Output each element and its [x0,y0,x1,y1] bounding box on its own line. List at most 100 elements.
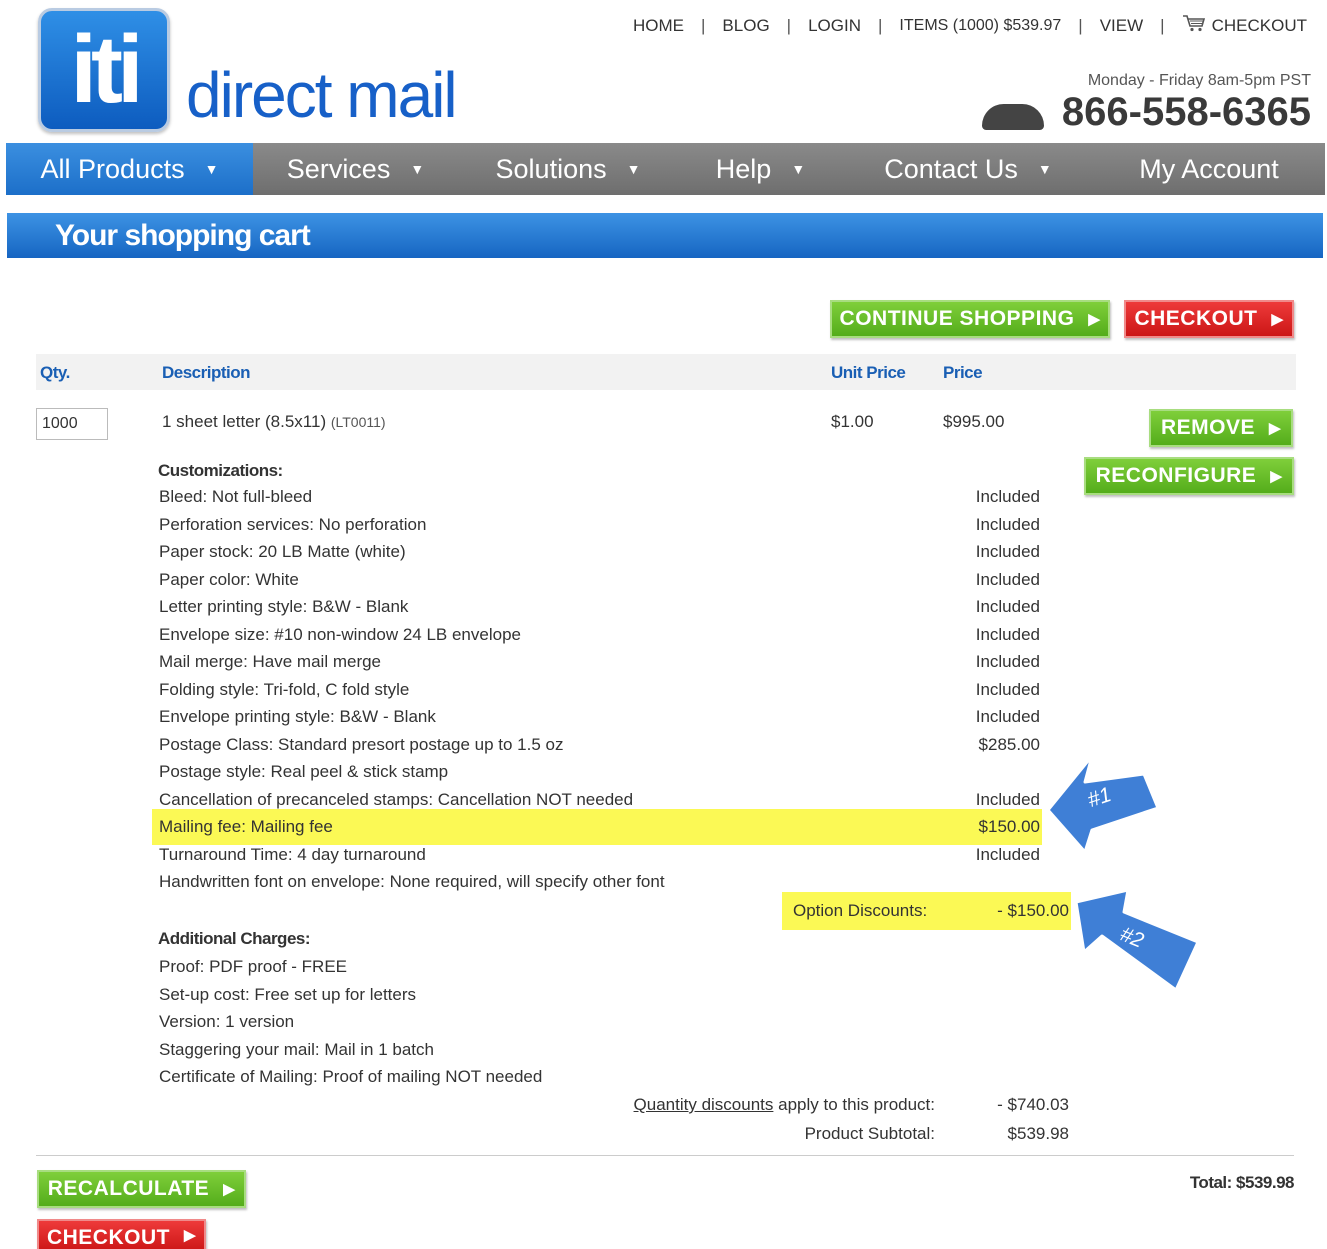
customization-row: Envelope printing style: B&W - Blank Incl… [152,703,1042,730]
customization-value: Included [975,597,1040,616]
customization-value: Included [975,624,1040,644]
logo-mark[interactable]: iti [38,8,170,132]
item-unit-price: $1.00 [831,412,874,431]
additional-charges-heading: Additional Charges: [158,929,311,948]
customization-label: Envelope printing style: B&W - Blank [159,707,436,726]
customization-value: Included [975,679,1040,699]
description-header: Description [162,363,251,382]
cart-items-link[interactable]: ITEMS (1000) $539.97 [899,17,1061,35]
cart-table-header: Qty. Description Unit Price Price [36,354,1296,390]
button-label: REMOVE [1160,416,1255,439]
checkout-bottom-button[interactable]: CHECKOUT ▶ [37,1219,206,1249]
item-description: 1 sheet letter (8.5x11) (LT0011) [162,412,386,432]
separator: | [878,15,883,35]
additional-charge-item: Certificate of Mailing: Proof of mailing… [159,1067,543,1086]
checkout-link[interactable]: CHECKOUT [1212,16,1307,36]
button-label: RECALCULATE [47,1177,210,1200]
customization-label: Mail merge: Have mail merge [159,652,382,671]
order-total: Total: $539.98 [1189,1173,1295,1192]
customization-label: Letter printing style: B&W - Blank [159,597,409,616]
customization-row: Envelope size: #10 non-window 24 LB enve… [152,621,1042,648]
button-label: CHECKOUT [1134,307,1258,330]
customization-value: Included [975,542,1040,561]
nav-help[interactable]: Help ▼ [678,143,843,195]
nav-solutions[interactable]: Solutions ▼ [458,143,678,195]
customization-label: Handwritten font on envelope: None requi… [159,872,665,891]
continue-shopping-button[interactable]: CONTINUE SHOPPING ▶ [830,300,1110,338]
customization-label: Folding style: Tri-fold, C fold style [159,679,410,699]
phone-icon [981,103,1044,130]
customization-label: Turnaround Time: 4 day turnaround [159,844,426,864]
customization-row: Folding style: Tri-fold, C fold style Inc… [152,676,1042,703]
quantity-discounts-value: - $740.03 [997,1095,1069,1114]
top-links: HOME | BLOG | LOGIN | ITEMS (1000) $539.… [633,14,1307,37]
customization-label: Cancellation of precanceled stamps: Canc… [159,789,634,809]
customization-value: $150.00 [978,817,1040,836]
nav-my-account[interactable]: My Account [1093,143,1325,195]
phone-number[interactable]: 866-558-6365 [1062,90,1311,135]
nav-services[interactable]: Services ▼ [253,143,458,195]
customization-value: Included [975,487,1040,506]
customization-value: Included [975,789,1040,809]
additional-charge-item: Proof: PDF proof - FREE [159,957,347,976]
chevron-down-icon: ▼ [626,161,641,177]
nav-all-products[interactable]: All Products ▼ [6,143,253,195]
price-header: Price [943,363,983,382]
arrow-right-icon: ▶ [1270,468,1283,485]
customization-row: Postage Class: Standard presort postage … [152,731,1042,758]
cart-icon[interactable] [1182,14,1206,37]
reconfigure-button[interactable]: RECONFIGURE ▶ [1084,457,1294,495]
recalculate-button[interactable]: RECALCULATE ▶ [37,1170,246,1208]
item-code: (LT0011) [330,414,386,430]
customization-row: Postage style: Real peel & stick stamp [152,758,1042,785]
page-title: Your shopping cart [7,213,1323,258]
login-link[interactable]: LOGIN [808,16,861,36]
chevron-down-icon: ▼ [410,161,425,177]
home-link[interactable]: HOME [633,16,684,36]
customization-value: Included [975,844,1040,864]
customization-value: Included [975,569,1040,589]
nav-label: Services [286,153,391,184]
option-discounts-row: Option Discounts: - $150.00 [782,892,1071,930]
customization-row: Bleed: Not full-bleed Included [152,483,1042,510]
remove-button[interactable]: REMOVE ▶ [1149,409,1293,447]
separator: | [701,15,706,35]
customization-value: Included [975,707,1040,726]
customization-label: Bleed: Not full-bleed [159,487,313,506]
option-discounts-label: Option Discounts: [793,901,928,920]
logo-text[interactable]: direct mail [186,58,458,132]
customization-label: Paper color: White [159,569,299,589]
button-label: CONTINUE SHOPPING [839,307,1075,330]
customization-label: Paper stock: 20 LB Matte (white) [159,542,406,561]
nav-label: Help [715,153,772,184]
customization-row: Turnaround Time: 4 day turnaround Include… [152,841,1042,868]
arrow-right-icon: ▶ [1088,311,1101,328]
nav-contact-us[interactable]: Contact Us ▼ [843,143,1093,195]
customization-row: Mail merge: Have mail merge Included [152,648,1042,675]
business-hours: Monday - Friday 8am-5pm PST [1087,72,1311,89]
product-subtotal-label: Product Subtotal: [804,1124,935,1143]
nav-label: Solutions [495,153,607,184]
item-name: 1 sheet letter (8.5x11) [162,412,327,431]
checkout-button[interactable]: CHECKOUT ▶ [1124,300,1294,338]
customizations-heading: Customizations: [158,461,283,480]
nav-label: My Account [1139,153,1279,184]
view-cart-link[interactable]: VIEW [1100,16,1143,36]
blog-link[interactable]: BLOG [722,16,769,36]
divider [36,1155,1294,1156]
customization-value: $285.00 [978,734,1040,754]
additional-charge-item: Set-up cost: Free set up for letters [159,984,417,1004]
chevron-down-icon: ▼ [204,161,219,177]
quantity-discounts-link[interactable]: Quantity discounts [634,1095,774,1114]
nav-label: Contact Us [884,153,1018,184]
unit-price-header: Unit Price [831,363,906,382]
customization-row: Handwritten font on envelope: None requi… [152,868,1042,895]
product-subtotal-value: $539.98 [1007,1124,1069,1143]
main-nav: All Products ▼ Services ▼ Solutions ▼ He… [6,143,1325,195]
option-discounts-value: - $150.00 [997,901,1069,920]
qty-header: Qty. [40,363,70,382]
customization-label: Envelope size: #10 non-window 24 LB enve… [159,624,521,644]
button-label: CHECKOUT [46,1226,170,1249]
separator: | [786,15,792,35]
quantity-input[interactable] [36,408,108,440]
